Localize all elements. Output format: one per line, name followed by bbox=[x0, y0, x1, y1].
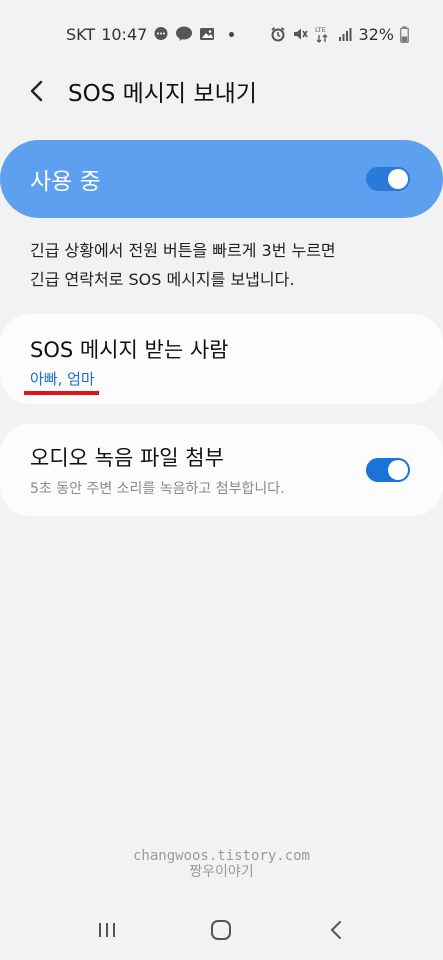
app-bar: SOS 메시지 보내기 bbox=[0, 62, 443, 120]
image-icon bbox=[199, 26, 215, 42]
nav-back-button[interactable] bbox=[306, 900, 366, 960]
recent-apps-button[interactable] bbox=[77, 900, 137, 960]
home-icon bbox=[211, 920, 232, 940]
master-switch-label: 사용 중 bbox=[30, 169, 101, 195]
status-bar-left: SKT 10:47 bbox=[66, 24, 235, 44]
notification-more-dot bbox=[229, 31, 235, 37]
red-underline-annotation bbox=[24, 391, 99, 395]
audio-attach-item[interactable]: 오디오 녹음 파일 첨부 5초 동안 주변 소리를 녹음하고 첨부합니다. bbox=[0, 424, 443, 516]
back-button[interactable] bbox=[6, 62, 66, 120]
audio-attach-subtitle: 5초 동안 주변 소리를 녹음하고 첨부합니다. bbox=[30, 481, 285, 497]
signal-bars-icon bbox=[338, 26, 352, 42]
watermark-blog-name: 짱우이야기 bbox=[189, 864, 254, 880]
talk-icon bbox=[175, 26, 193, 42]
description-line-1: 긴급 상황에서 전원 버튼을 빠르게 3번 누르면 bbox=[30, 241, 336, 260]
watermark: changwoos.tistory.com 짱우이야기 bbox=[0, 848, 443, 880]
toggle-knob bbox=[388, 460, 408, 480]
clock-label: 10:47 bbox=[101, 24, 148, 44]
toggle-knob bbox=[388, 169, 408, 189]
svg-text:LTE: LTE bbox=[315, 26, 326, 34]
master-toggle[interactable] bbox=[366, 167, 410, 191]
battery-icon bbox=[400, 26, 409, 43]
back-icon bbox=[330, 921, 341, 939]
home-button[interactable] bbox=[191, 900, 251, 960]
chat-bubble-icon bbox=[153, 26, 169, 42]
master-switch-bar[interactable]: 사용 중 bbox=[0, 140, 443, 218]
recipients-value: 아빠, 엄마 bbox=[30, 370, 95, 388]
sos-recipients-item[interactable]: SOS 메시지 받는 사람 아빠, 엄마 bbox=[0, 314, 443, 404]
description-line-2: 긴급 연락처로 SOS 메시지를 보냅니다. bbox=[30, 270, 295, 289]
alarm-icon bbox=[270, 26, 286, 42]
navigation-bar bbox=[0, 900, 443, 960]
feature-description: 긴급 상황에서 전원 버튼을 빠르게 3번 누르면 긴급 연락처로 SOS 메시… bbox=[30, 236, 420, 294]
audio-attach-toggle[interactable] bbox=[366, 458, 410, 482]
lte-signal-icon: LTE bbox=[314, 25, 332, 43]
battery-percent: 32% bbox=[358, 24, 394, 44]
recipients-title: SOS 메시지 받는 사람 bbox=[30, 338, 229, 362]
watermark-url: changwoos.tistory.com bbox=[132, 848, 310, 864]
audio-attach-texts: 오디오 녹음 파일 첨부 5초 동안 주변 소리를 녹음하고 첨부합니다. bbox=[0, 442, 285, 498]
chevron-left-icon bbox=[30, 80, 43, 102]
page-title: SOS 메시지 보내기 bbox=[68, 81, 257, 107]
mute-icon bbox=[292, 26, 309, 42]
carrier-label: SKT bbox=[66, 24, 96, 44]
status-bar-right: LTE 32% bbox=[270, 25, 409, 44]
audio-attach-title: 오디오 녹음 파일 첨부 bbox=[30, 446, 224, 470]
status-bar: SKT 10:47 LTE 32% bbox=[0, 0, 443, 68]
recent-apps-icon bbox=[99, 923, 116, 937]
